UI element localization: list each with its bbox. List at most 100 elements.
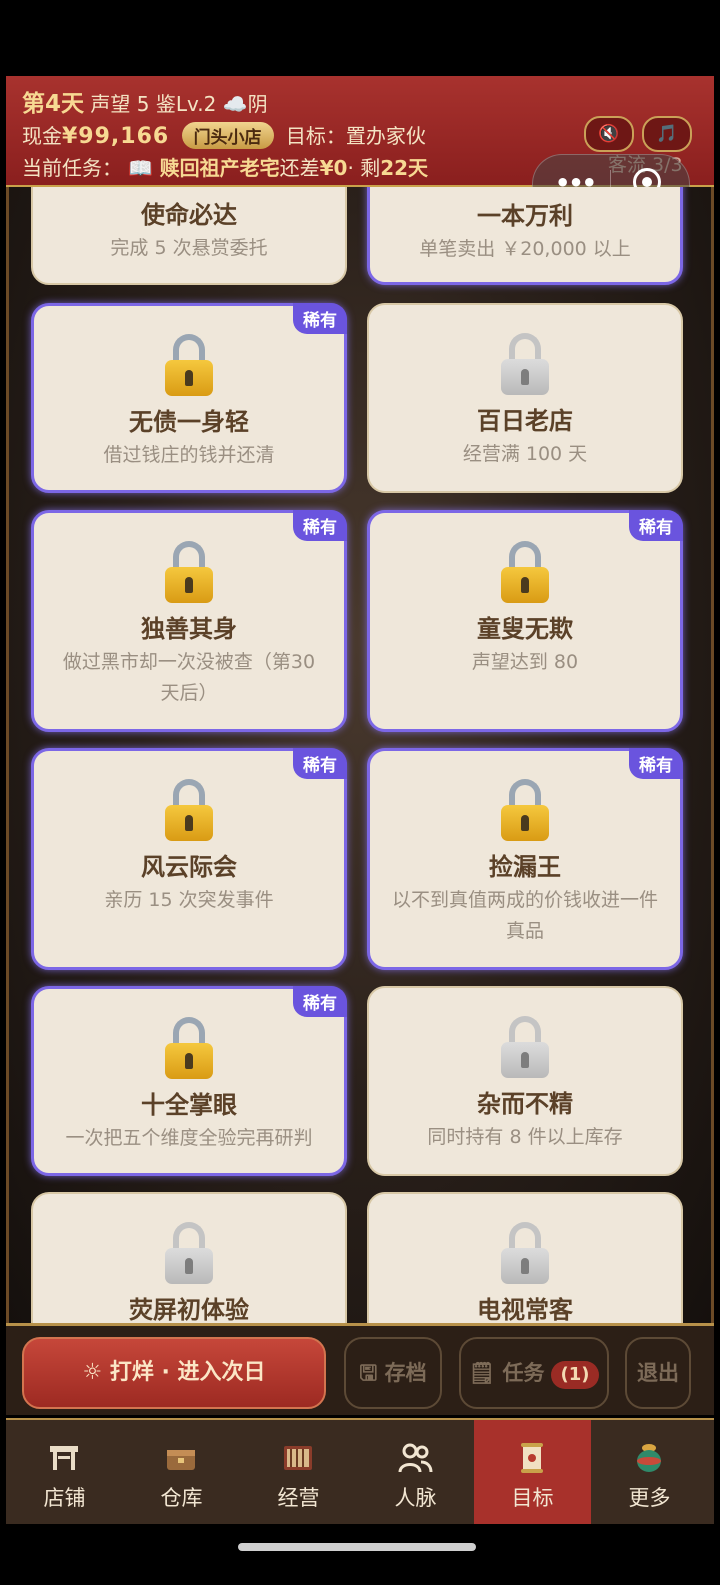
achievement-card[interactable]: 杂而不精 同时持有 8 件以上库存 <box>367 986 683 1176</box>
shop-level-badge[interactable]: 门头小店 <box>181 122 274 149</box>
cash-label: 现金 <box>22 124 62 148</box>
task-gap-value: ¥0 <box>319 156 348 180</box>
achievement-desc: 借过钱庄的钱并还清 <box>103 444 275 466</box>
shop-icon <box>50 1446 78 1470</box>
lock-icon <box>165 779 213 841</box>
achievement-title: 捡漏王 <box>489 853 561 881</box>
nav-label: 仓库 <box>160 1486 203 1510</box>
music-icon: 🎵 <box>656 124 678 144</box>
nav-goals[interactable]: 目标 <box>474 1420 591 1524</box>
lock-icon <box>501 1222 549 1284</box>
achievement-card[interactable]: 稀有 捡漏王 以不到真值两成的价钱收进一件真品 <box>367 748 683 970</box>
achievement-title: 电视常客 <box>477 1296 573 1323</box>
achievement-card[interactable]: 使命必达 完成 5 次悬赏委托 <box>31 187 347 285</box>
tasks-count-badge: (1) <box>550 1361 600 1389</box>
achievement-card[interactable]: 稀有 风云际会 亲历 15 次突发事件 <box>31 748 347 970</box>
music-button[interactable]: 🎵 <box>642 116 692 152</box>
header-row-cash: 现金¥99,166 门头小店 目标：置办家伙 <box>22 120 426 149</box>
nav-label: 人脉 <box>394 1486 437 1510</box>
days-left-label: 剩 <box>360 156 381 180</box>
task-gap-label: 还差 <box>279 156 320 180</box>
vase-icon <box>637 1444 661 1472</box>
cash-value: ¥99,166 <box>62 124 170 149</box>
weather-icon: ☁️ <box>222 92 248 116</box>
goal-label: 目标：置办家伙 <box>285 124 426 148</box>
nav-label: 经营 <box>277 1486 320 1510</box>
achievement-desc: 亲历 15 次突发事件 <box>104 889 274 911</box>
mute-button[interactable]: 🔇 <box>584 116 634 152</box>
nav-label: 店铺 <box>43 1486 86 1510</box>
nav-shop[interactable]: 店铺 <box>6 1420 123 1524</box>
achievement-desc: 同时持有 8 件以上库存 <box>427 1126 623 1148</box>
reputation-label: 声望 5 <box>90 92 150 116</box>
mute-icon: 🔇 <box>598 124 620 144</box>
achievement-title: 荧屏初体验 <box>129 1296 249 1323</box>
achievement-title: 童叟无欺 <box>477 615 573 643</box>
tasks-button[interactable]: 🗒 任务 (1) <box>459 1337 609 1409</box>
lock-icon <box>501 333 549 395</box>
people-icon <box>398 1443 433 1473</box>
nav-label: 目标 <box>511 1486 554 1510</box>
task-label: 当前任务： <box>22 156 122 180</box>
task-name[interactable]: 赎回祖产老宅 <box>160 156 280 180</box>
achievement-title: 十全掌眼 <box>141 1091 237 1119</box>
rare-badge: 稀有 <box>293 986 347 1017</box>
achievement-title: 一本万利 <box>477 202 573 230</box>
nav-label: 更多 <box>628 1486 671 1510</box>
warehouse-icon <box>167 1450 195 1470</box>
achievement-card[interactable]: 一本万利 单笔卖出 ￥20,000 以上 <box>367 187 683 285</box>
nav-business[interactable]: 经营 <box>240 1420 357 1524</box>
book-icon: 📖 <box>128 156 154 180</box>
achievement-card[interactable]: 稀有 十全掌眼 一次把五个维度全验完再研判 <box>31 986 347 1176</box>
achievement-desc: 声望达到 80 <box>471 651 579 673</box>
achievement-title: 杂而不精 <box>477 1090 573 1118</box>
achievement-title: 百日老店 <box>477 407 573 435</box>
achievement-title: 使命必达 <box>141 201 237 229</box>
lock-icon <box>165 1017 213 1079</box>
nav-more[interactable]: 更多 <box>591 1420 708 1524</box>
rare-badge: 稀有 <box>629 510 683 541</box>
achievement-desc: 做过黑市却一次没被查（第30天后） <box>62 651 316 704</box>
header-row-task: 当前任务： 📖 赎回祖产老宅还差¥0· 剩22天 <box>22 152 428 181</box>
achievement-title: 风云际会 <box>141 853 237 881</box>
task-separator: · <box>347 156 354 180</box>
lock-icon <box>165 334 213 396</box>
achievement-desc: 一次把五个维度全验完再研判 <box>65 1127 313 1149</box>
nav-warehouse[interactable]: 仓库 <box>123 1420 240 1524</box>
abacus-icon <box>284 1446 312 1470</box>
lock-icon <box>501 1016 549 1078</box>
save-button[interactable]: 🖫 存档 <box>344 1337 442 1409</box>
achievement-card[interactable]: 百日老店 经营满 100 天 <box>367 303 683 493</box>
achievement-desc: 完成 5 次悬赏委托 <box>110 237 268 259</box>
lock-icon <box>165 541 213 603</box>
achievement-desc: 以不到真值两成的价钱收进一件真品 <box>391 889 658 942</box>
achievement-desc: 单笔卖出 ￥20,000 以上 <box>419 238 631 260</box>
rare-badge: 稀有 <box>629 748 683 779</box>
achievement-desc: 经营满 100 天 <box>462 443 588 465</box>
bottom-nav: 店铺 仓库 经营 人脉 目标 更多 <box>6 1418 714 1524</box>
achievement-card[interactable]: 稀有 无债一身轻 借过钱庄的钱并还清 <box>31 303 347 493</box>
system-status-bar <box>0 0 720 76</box>
lock-icon <box>165 1222 213 1284</box>
achievement-title: 无债一身轻 <box>129 408 249 436</box>
achievement-card[interactable]: 电视常客 <box>367 1192 683 1323</box>
save-label: 🖫 存档 <box>359 1361 427 1385</box>
achievement-card[interactable]: 稀有 独善其身 做过黑市却一次没被查（第30天后） <box>31 510 347 732</box>
exit-button[interactable]: 退出 <box>625 1337 691 1409</box>
rare-badge: 稀有 <box>293 303 347 334</box>
home-indicator[interactable] <box>238 1543 476 1551</box>
achievement-card[interactable]: 稀有 童叟无欺 声望达到 80 <box>367 510 683 732</box>
header-row-top: 第4天 声望 5 鉴Lv.2 ☁️阴 <box>22 84 268 118</box>
achievement-card[interactable]: 荧屏初体验 <box>31 1192 347 1323</box>
appraisal-level: 鉴Lv.2 <box>155 92 217 116</box>
tasks-label: 🗒 任务 <box>468 1361 545 1385</box>
day-counter: 第4天 <box>22 91 85 117</box>
weather-label: 阴 <box>247 92 268 116</box>
lock-icon <box>501 541 549 603</box>
action-bar: ☼ 打烊 · 进入次日 🖫 存档 🗒 任务 (1) 退出 <box>6 1323 714 1415</box>
nav-contacts[interactable]: 人脉 <box>357 1420 474 1524</box>
rare-badge: 稀有 <box>293 748 347 779</box>
achievements-grid[interactable]: 使命必达 完成 5 次悬赏委托 一本万利 单笔卖出 ￥20,000 以上 稀有 … <box>6 187 714 1323</box>
scroll-icon <box>521 1443 543 1473</box>
next-day-button[interactable]: ☼ 打烊 · 进入次日 <box>22 1337 326 1409</box>
